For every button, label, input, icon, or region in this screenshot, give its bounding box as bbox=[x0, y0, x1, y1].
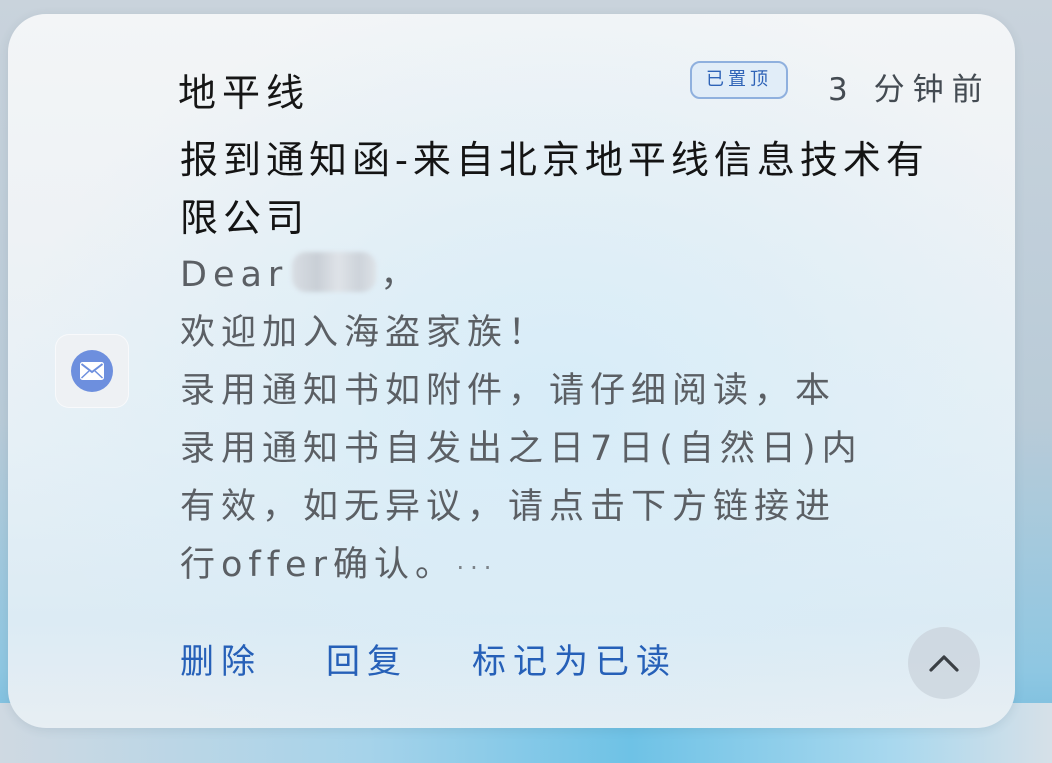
preview-line: 录用通知书自发出之日7日(自然日)内 bbox=[180, 429, 863, 469]
mark-as-read-button[interactable]: 标记为已读 bbox=[472, 634, 677, 683]
preview-line: 录用通知书如附件，请仔细阅读，本 bbox=[180, 371, 837, 411]
greeting-suffix: ， bbox=[380, 255, 422, 295]
mail-notification-card[interactable]: 地平线 已置顶 3 分钟前 报到通知函-来自北京地平线信息技术有限公司 Dear… bbox=[8, 14, 1015, 728]
delete-button[interactable]: 删除 bbox=[180, 634, 262, 683]
greeting-prefix: Dear bbox=[180, 255, 289, 295]
more-ellipsis: ··· bbox=[456, 554, 498, 582]
sender-name: 地平线 bbox=[178, 71, 311, 115]
reply-button[interactable]: 回复 bbox=[326, 634, 408, 683]
mail-app-icon bbox=[55, 334, 129, 408]
mail-icon bbox=[71, 350, 113, 392]
chevron-up-icon bbox=[929, 655, 959, 672]
preview-last-line: 行offer确认。 ··· bbox=[180, 536, 970, 597]
preview-line: 有效，如无异议，请点击下方链接进 bbox=[180, 487, 837, 527]
mail-preview: Dear ， 欢迎加入海盗家族！ 录用通知书如附件，请仔细阅读，本 录用通知书自发… bbox=[180, 246, 970, 597]
redacted-recipient-name bbox=[292, 252, 377, 292]
mail-subject: 报到通知函-来自北京地平线信息技术有限公司 bbox=[180, 138, 929, 240]
preview-greeting-line: Dear ， bbox=[180, 246, 970, 304]
preview-line-text: 行offer确认。 bbox=[180, 545, 439, 585]
timestamp: 3 分钟前 bbox=[828, 72, 991, 108]
preview-line: 欢迎加入海盗家族！ bbox=[180, 313, 550, 353]
pinned-badge: 已置顶 bbox=[690, 61, 788, 99]
collapse-button[interactable] bbox=[908, 627, 980, 699]
